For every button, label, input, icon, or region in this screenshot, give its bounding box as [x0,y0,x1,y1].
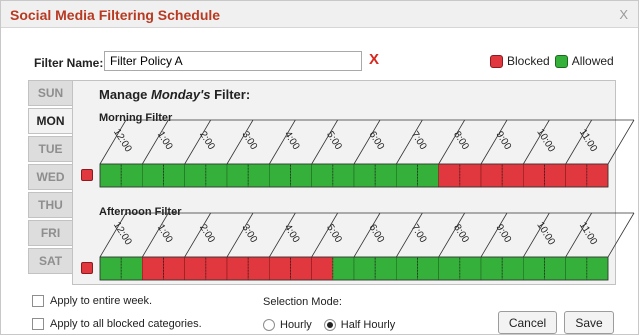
afternoon-slot-cell[interactable] [586,256,609,281]
afternoon-slot-cell[interactable] [205,256,228,281]
hourly-label: Hourly [280,319,312,331]
afternoon-slot-cell[interactable] [290,256,312,281]
afternoon-slot-cell[interactable] [99,256,122,281]
morning-slot-cell[interactable] [565,163,588,188]
morning-slot-cell[interactable] [99,163,122,188]
morning-slot-cell[interactable] [269,163,291,188]
manage-heading-prefix: Manage [99,87,152,102]
tab-friday[interactable]: FRI [28,220,73,246]
save-button[interactable]: Save [564,311,614,334]
tab-monday[interactable]: MON [28,108,73,134]
morning-slot-cell[interactable] [417,163,439,188]
half-hourly-radio[interactable] [323,319,336,331]
afternoon-slot-cell[interactable] [396,256,418,281]
apply-entire-week-checkbox[interactable] [32,295,44,307]
afternoon-slot-cell[interactable] [438,256,461,281]
morning-slot-cell[interactable] [226,163,249,188]
afternoon-slot-cell[interactable] [353,256,376,281]
dialog-title: Social Media Filtering Schedule [10,7,221,23]
afternoon-slot-cell[interactable] [544,256,566,281]
afternoon-toggle-all-icon[interactable] [81,262,93,274]
morning-slot-cell[interactable] [586,163,609,188]
apply-all-categories-label: Apply to all blocked categories. [50,318,202,330]
afternoon-slot-cell[interactable] [480,256,503,281]
afternoon-slot-cell[interactable] [374,256,397,281]
morning-slot-cell[interactable] [396,163,418,188]
apply-entire-week-option: Apply to entire week. [32,295,152,307]
selection-mode-options: Hourly Half Hourly [263,319,407,331]
afternoon-slot-cell[interactable] [523,256,545,281]
hourly-radio[interactable] [263,319,275,331]
apply-entire-week-label: Apply to entire week. [50,295,153,307]
morning-slot-cell[interactable] [120,163,143,188]
day-tabs: SUN MON TUE WED THU FRI SAT [28,80,73,276]
afternoon-slot-cell[interactable] [184,256,207,281]
afternoon-slot-cell[interactable] [565,256,588,281]
afternoon-slot-cell[interactable] [120,256,143,281]
morning-slot-cell[interactable] [332,163,355,188]
morning-slot-cell[interactable] [247,163,270,188]
morning-slot-cell[interactable] [438,163,461,188]
close-icon[interactable]: X [619,7,628,22]
morning-toggle-all-icon[interactable] [81,169,93,181]
apply-all-categories-checkbox[interactable] [32,318,44,330]
afternoon-filter-label: Afternoon Filter [99,206,182,218]
morning-slot-cell[interactable] [142,163,164,188]
morning-slot-cell[interactable] [290,163,312,188]
filter-name-label: Filter Name: [34,56,104,70]
manage-heading: Manage Monday's Filter: [99,87,250,102]
afternoon-slot-cell[interactable] [332,256,355,281]
morning-slot-cell[interactable] [480,163,503,188]
afternoon-slot-cell[interactable] [247,256,270,281]
afternoon-slot-cell[interactable] [417,256,439,281]
morning-slot-cell[interactable] [163,163,185,188]
afternoon-slot-cell[interactable] [163,256,185,281]
blocked-swatch-icon [490,54,503,68]
morning-slot-cell[interactable] [459,163,482,188]
legend-blocked-label: Blocked [507,54,550,68]
tab-saturday[interactable]: SAT [28,248,73,274]
cancel-button[interactable]: Cancel [498,311,557,334]
tab-wednesday[interactable]: WED [28,164,73,190]
afternoon-slot-cell[interactable] [501,256,524,281]
morning-slot-cell[interactable] [311,163,334,188]
clear-filter-name-icon[interactable]: X [369,51,379,68]
manage-heading-day: Monday's [151,87,211,102]
manage-heading-suffix: Filter: [210,87,251,102]
morning-slot-cell[interactable] [523,163,545,188]
morning-slot-cell[interactable] [501,163,524,188]
morning-slot-cell[interactable] [205,163,228,188]
afternoon-slot-cell[interactable] [311,256,334,281]
title-bar: Social Media Filtering Schedule X [1,1,638,28]
legend-allowed-label: Allowed [571,54,614,68]
morning-filter-label: Morning Filter [99,112,173,124]
afternoon-slot-cell[interactable] [269,256,291,281]
morning-slot-cell[interactable] [353,163,376,188]
afternoon-slot-cell[interactable] [142,256,164,281]
legend: Blocked Allowed [490,53,614,69]
allowed-swatch-icon [554,54,568,68]
afternoon-slot-cell[interactable] [459,256,482,281]
apply-all-categories-option: Apply to all blocked categories. [32,318,202,330]
morning-slot-cell[interactable] [374,163,397,188]
tab-tuesday[interactable]: TUE [28,136,73,162]
afternoon-slot-cell[interactable] [226,256,249,281]
morning-slot-cell[interactable] [544,163,566,188]
tab-sunday[interactable]: SUN [28,80,73,106]
selection-mode-label: Selection Mode: [263,296,342,308]
tab-thursday[interactable]: THU [28,192,73,218]
half-hourly-label: Half Hourly [340,319,396,331]
filter-name-input[interactable] [104,51,362,71]
morning-slot-cell[interactable] [184,163,207,188]
schedule-dialog: Social Media Filtering Schedule X Filter… [0,0,639,335]
